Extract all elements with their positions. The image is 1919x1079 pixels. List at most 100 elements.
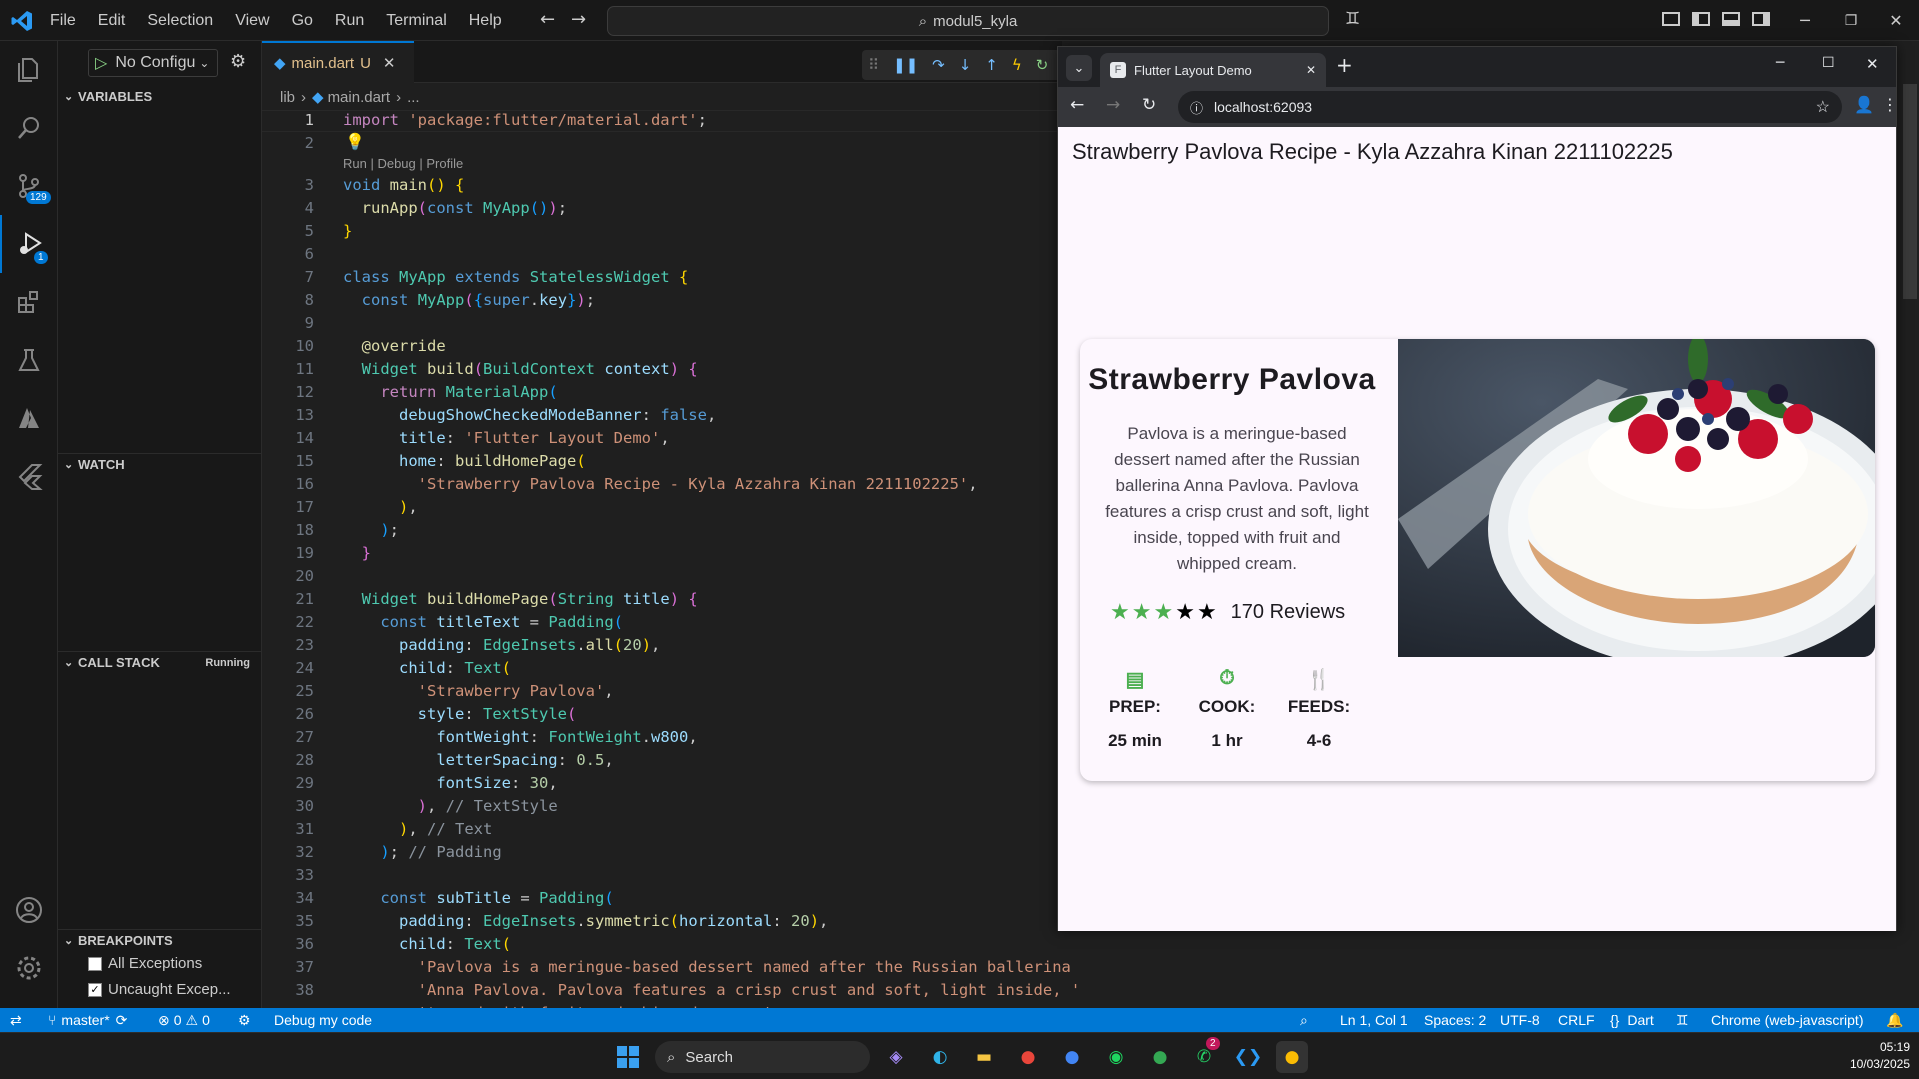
step-into-icon[interactable]: ↓ bbox=[959, 56, 972, 74]
menu-file[interactable]: File bbox=[50, 12, 76, 30]
azure-icon[interactable] bbox=[0, 389, 58, 447]
site-info-icon[interactable]: ⓘ bbox=[1190, 98, 1203, 117]
debug-session-label[interactable]: Debug my code bbox=[274, 1008, 372, 1032]
close-tab-icon[interactable]: ✕ bbox=[383, 54, 396, 72]
profile-icon[interactable]: 👤 bbox=[1854, 95, 1874, 114]
forward-arrow-icon[interactable]: → bbox=[571, 9, 586, 30]
more-menu-icon[interactable]: ⋮ bbox=[1882, 95, 1898, 114]
remote-indicator-icon[interactable]: ⇄ bbox=[10, 1008, 22, 1032]
checkbox-unchecked[interactable] bbox=[88, 956, 102, 971]
breadcrumb-file[interactable]: main.dart bbox=[328, 89, 391, 106]
breadcrumb-lib[interactable]: lib bbox=[280, 89, 295, 106]
file-explorer-icon[interactable]: ▬ bbox=[968, 1041, 1000, 1073]
menu-selection[interactable]: Selection bbox=[147, 12, 213, 30]
toggle-panel-icon[interactable] bbox=[1722, 12, 1740, 26]
start-debugging-icon[interactable]: ▷ bbox=[95, 53, 107, 73]
breadcrumb-more[interactable]: ... bbox=[407, 89, 420, 106]
encoding[interactable]: UTF-8 bbox=[1500, 1008, 1540, 1032]
copilot-icon[interactable]: ♊︎ bbox=[1345, 9, 1360, 29]
new-tab-plus-icon[interactable]: + bbox=[1336, 53, 1353, 77]
search-icon[interactable] bbox=[0, 99, 58, 157]
menu-terminal[interactable]: Terminal bbox=[386, 12, 446, 30]
reload-icon[interactable]: ↻ bbox=[1142, 95, 1156, 115]
settings-gear-icon[interactable] bbox=[0, 939, 58, 997]
line-endings[interactable]: CRLF bbox=[1558, 1008, 1595, 1032]
browser-maximize-button[interactable]: ☐ bbox=[1822, 55, 1835, 71]
command-center-search[interactable]: ⌕ modul5_kyla bbox=[607, 6, 1329, 36]
chrome-profile-2-icon[interactable]: ● bbox=[1056, 1041, 1088, 1073]
language-mode[interactable]: {} Dart bbox=[1610, 1008, 1654, 1032]
testing-flask-icon[interactable] bbox=[0, 331, 58, 389]
chrome-active-icon[interactable]: ● bbox=[1276, 1041, 1308, 1073]
open-launch-json-gear-icon[interactable]: ⚙ bbox=[230, 51, 246, 72]
menu-run[interactable]: Run bbox=[335, 12, 364, 30]
copilot-status-icon[interactable]: ♊︎ bbox=[1676, 1008, 1689, 1032]
breakpoint-all-exceptions[interactable]: All Exceptions bbox=[88, 955, 202, 972]
pause-icon[interactable]: ❚❚ bbox=[893, 56, 918, 74]
explorer-icon[interactable] bbox=[0, 41, 58, 99]
zoom-icon[interactable]: ⌕ bbox=[1300, 1008, 1308, 1032]
spotify-icon[interactable]: ◉ bbox=[1100, 1041, 1132, 1073]
call-stack-section-header[interactable]: ⌄ CALL STACK Running bbox=[58, 651, 262, 673]
copilot-app-icon[interactable]: ◈ bbox=[880, 1041, 912, 1073]
forward-arrow-icon[interactable]: → bbox=[1106, 95, 1120, 115]
drag-handle-icon[interactable]: ⠿ bbox=[868, 56, 879, 74]
browser-close-button[interactable]: ✕ bbox=[1866, 55, 1879, 73]
extensions-icon[interactable] bbox=[0, 273, 58, 331]
code-editor[interactable]: 1 import 'package:flutter/material.dart'… bbox=[262, 110, 1082, 1008]
toggle-secondary-sidebar-icon[interactable] bbox=[1752, 12, 1770, 26]
vscode-taskbar-icon[interactable]: ❮❯ bbox=[1232, 1041, 1264, 1073]
variables-section-header[interactable]: ⌄ VARIABLES bbox=[58, 85, 262, 107]
minimize-button[interactable]: ─ bbox=[1782, 0, 1828, 41]
line-number: 20 bbox=[295, 567, 314, 585]
problems-indicator[interactable]: ⊗ 0 ⚠ 0 bbox=[158, 1008, 210, 1032]
star-icon: ★ bbox=[1175, 599, 1195, 624]
flutter-device[interactable]: Chrome (web-javascript) bbox=[1711, 1008, 1863, 1032]
cursor-position[interactable]: Ln 1, Col 1 bbox=[1340, 1008, 1408, 1032]
codelens-run-debug-profile[interactable]: Run | Debug | Profile bbox=[343, 156, 463, 171]
edge-icon[interactable]: ◐ bbox=[924, 1041, 956, 1073]
back-arrow-icon[interactable]: ← bbox=[540, 9, 555, 30]
branch-indicator[interactable]: ⑂ master* ⟳ bbox=[48, 1008, 127, 1032]
bookmark-star-icon[interactable]: ☆ bbox=[1816, 97, 1830, 117]
taskbar-search[interactable]: ⌕ Search bbox=[655, 1041, 870, 1073]
toggle-sidebar-icon[interactable] bbox=[1692, 12, 1710, 26]
step-out-icon[interactable]: ↑ bbox=[985, 56, 998, 74]
lightbulb-icon[interactable]: 💡 bbox=[345, 132, 365, 151]
tab-main-dart[interactable]: ◆ main.dart U ✕ bbox=[262, 41, 414, 83]
system-clock[interactable]: 05:19 10/03/2025 bbox=[1830, 1039, 1910, 1073]
close-window-button[interactable]: ✕ bbox=[1873, 0, 1919, 41]
browser-tab-flutter-layout-demo[interactable]: F Flutter Layout Demo ✕ bbox=[1100, 53, 1326, 87]
watch-section-header[interactable]: ⌄ WATCH bbox=[58, 453, 262, 475]
debug-config-select[interactable]: ▷ No Configu ⌄ bbox=[88, 49, 218, 77]
tab-search-chevron-icon[interactable]: ⌄ bbox=[1066, 55, 1092, 81]
restart-icon[interactable]: ↻ bbox=[1036, 56, 1049, 74]
accounts-icon[interactable] bbox=[0, 881, 58, 939]
windows-start-icon[interactable] bbox=[612, 1041, 644, 1073]
address-bar[interactable]: ⓘ localhost:62093 ☆ bbox=[1178, 91, 1842, 123]
flutter-icon[interactable] bbox=[0, 447, 58, 505]
debug-status-icon[interactable]: ⚙ bbox=[238, 1008, 251, 1032]
browser-minimize-button[interactable]: ─ bbox=[1776, 55, 1784, 71]
run-debug-icon[interactable]: 1 bbox=[0, 215, 58, 273]
close-tab-icon[interactable]: ✕ bbox=[1306, 63, 1316, 77]
restore-button[interactable]: ❐ bbox=[1828, 0, 1874, 41]
back-arrow-icon[interactable]: ← bbox=[1070, 95, 1084, 115]
breakpoints-section-header[interactable]: ⌄ BREAKPOINTS bbox=[58, 929, 262, 951]
indentation[interactable]: Spaces: 2 bbox=[1424, 1008, 1486, 1032]
menu-help[interactable]: Help bbox=[469, 12, 502, 30]
chrome-profile-3-icon[interactable]: ● bbox=[1144, 1041, 1176, 1073]
step-over-icon[interactable]: ↷ bbox=[932, 56, 945, 74]
source-control-icon[interactable]: 129 bbox=[0, 157, 58, 215]
menu-edit[interactable]: Edit bbox=[98, 12, 126, 30]
layout-icon[interactable] bbox=[1662, 12, 1680, 26]
notifications-bell-icon[interactable]: 🔔 bbox=[1886, 1008, 1903, 1032]
menu-go[interactable]: Go bbox=[292, 12, 313, 30]
whatsapp-icon[interactable]: ✆ 2 bbox=[1188, 1037, 1220, 1073]
hot-reload-icon[interactable]: ϟ bbox=[1012, 56, 1022, 74]
chrome-profile-icon[interactable]: ● bbox=[1012, 1041, 1044, 1073]
breakpoint-uncaught-exceptions[interactable]: ✓ Uncaught Excep... bbox=[88, 981, 231, 998]
menu-view[interactable]: View bbox=[235, 12, 269, 30]
checkbox-checked-icon[interactable]: ✓ bbox=[88, 982, 102, 997]
editor-scrollbar[interactable] bbox=[1903, 84, 1917, 299]
